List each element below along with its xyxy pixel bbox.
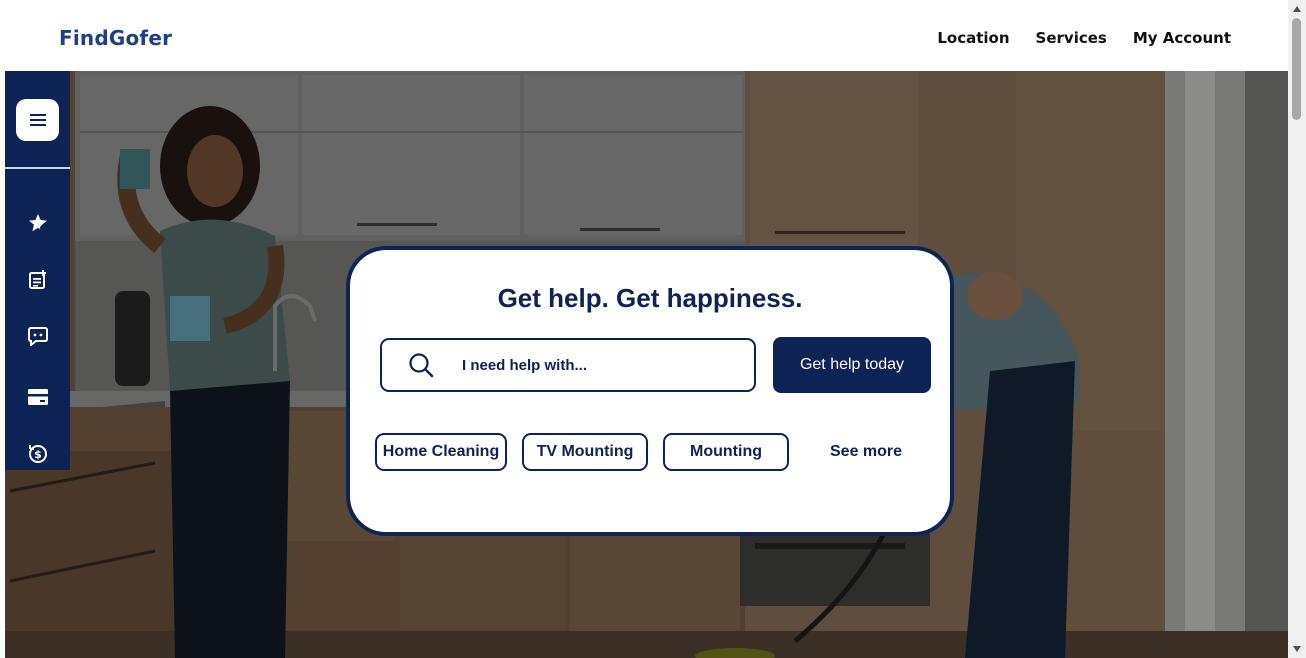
- nav-location[interactable]: Location: [937, 29, 1009, 47]
- menu-button[interactable]: [16, 99, 59, 141]
- chat-icon[interactable]: [26, 324, 50, 348]
- sidebar-divider: [5, 167, 70, 169]
- scrollbar[interactable]: [1288, 0, 1306, 658]
- nav-my-account[interactable]: My Account: [1133, 29, 1231, 47]
- search-card: Get help. Get happiness. Get help today …: [346, 246, 954, 536]
- logo[interactable]: FindGofer: [59, 26, 172, 50]
- search-box[interactable]: [380, 338, 756, 392]
- left-sidebar: $: [5, 71, 70, 470]
- search-icon: [409, 353, 434, 378]
- scroll-down-icon[interactable]: [1288, 642, 1306, 656]
- chip-tv-mounting[interactable]: TV Mounting: [522, 433, 648, 471]
- note-add-icon[interactable]: [26, 268, 50, 292]
- search-input[interactable]: [460, 353, 734, 377]
- top-header: FindGofer Location Services My Account: [0, 0, 1288, 71]
- see-more-link[interactable]: See more: [830, 443, 902, 461]
- chip-home-cleaning[interactable]: Home Cleaning: [375, 433, 507, 471]
- scroll-thumb[interactable]: [1292, 18, 1301, 120]
- dollar-cycle-icon[interactable]: $: [26, 442, 50, 466]
- nav-services[interactable]: Services: [1036, 29, 1107, 47]
- star-badge-icon[interactable]: [26, 211, 50, 235]
- hamburger-icon: [29, 114, 46, 126]
- top-nav: Location Services My Account: [937, 29, 1231, 47]
- get-help-button[interactable]: Get help today: [773, 337, 931, 393]
- svg-text:$: $: [34, 448, 42, 461]
- card-icon[interactable]: [26, 385, 50, 409]
- hero-title: Get help. Get happiness.: [497, 283, 803, 313]
- scroll-up-icon[interactable]: [1288, 2, 1306, 16]
- chip-mounting[interactable]: Mounting: [663, 433, 789, 471]
